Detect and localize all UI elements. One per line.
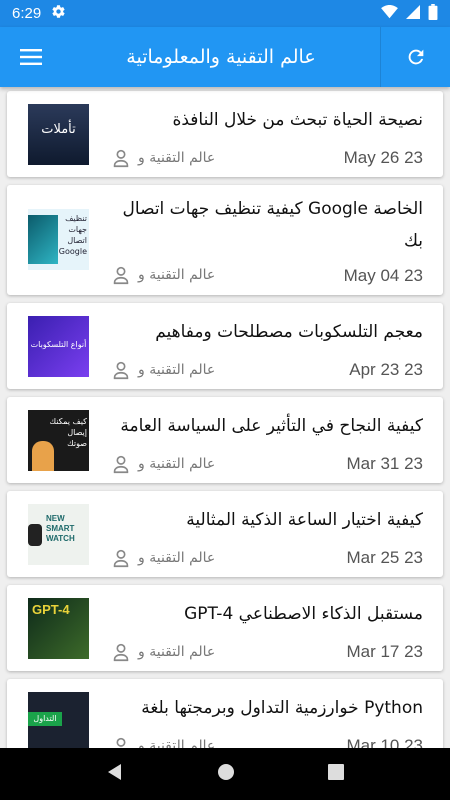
article-card[interactable]: NEW SMART WATCH كيفية اختيار الساعة الذك… (7, 491, 443, 577)
article-author: عالم التقنية و (110, 453, 215, 475)
thumbnail-text: تنظيف جهات اتصال Google (58, 214, 87, 256)
article-card[interactable]: أنواع التلسكوبات معجم التلسكوبات مصطلحات… (7, 303, 443, 389)
author-name: عالم التقنية و (138, 550, 216, 566)
back-triangle-icon (108, 764, 122, 780)
author-name: عالم التقنية و (138, 267, 216, 283)
article-date: Mar 25 23 (346, 548, 423, 567)
article-title: كيفية النجاح في التأثير على السياسة العا… (120, 416, 423, 436)
article-title: الخاصة Google كيفية تنظيف جهات اتصال بك (122, 199, 423, 251)
article-date: Mar 10 23 (346, 736, 423, 748)
article-card[interactable]: تأملات نصيحة الحياة تبحث من خلال النافذة… (7, 91, 443, 177)
article-card[interactable]: كيف يمكنك إيصال صوتك كيفية النجاح في الت… (7, 397, 443, 483)
article-title: معجم التلسكوبات مصطلحات ومفاهيم (155, 322, 423, 342)
signal-icon (406, 4, 420, 23)
article-author: عالم التقنية و (110, 641, 215, 663)
thumbnail-text: GPT-4 (32, 602, 70, 617)
article-author: عالم التقنية و (110, 264, 215, 286)
status-time: 6:29 (12, 5, 42, 22)
recents-square-icon (327, 764, 344, 780)
menu-button[interactable] (0, 27, 62, 87)
home-circle-icon (217, 764, 234, 780)
article-card[interactable]: التداول Python خوارزمية التداول وبرمجتها… (7, 679, 443, 748)
article-date: May 04 23 (343, 266, 423, 285)
article-date: Mar 17 23 (346, 642, 423, 661)
thumbnail-text: NEW SMART WATCH (46, 514, 75, 543)
article-thumbnail: تنظيف جهات اتصال Google (28, 209, 89, 270)
author-name: عالم التقنية و (138, 456, 216, 472)
battery-icon (428, 3, 438, 24)
settings-gear-icon (51, 4, 66, 23)
article-date: Mar 31 23 (346, 454, 423, 473)
person-icon (113, 549, 129, 568)
article-date: Apr 23 23 (349, 360, 423, 379)
wifi-icon (381, 4, 398, 23)
article-date: May 26 23 (343, 148, 423, 167)
refresh-icon (408, 49, 423, 65)
article-thumbnail: كيف يمكنك إيصال صوتك (28, 410, 89, 471)
article-thumbnail: التداول (28, 692, 89, 748)
author-name: عالم التقنية و (138, 738, 216, 748)
app-title: عالم التقنية والمعلوماتية (126, 46, 316, 68)
article-author: عالم التقنية و (110, 147, 215, 169)
article-thumbnail: أنواع التلسكوبات (28, 316, 89, 377)
thumbnail-text: التداول (28, 712, 62, 726)
article-author: عالم التقنية و (110, 547, 215, 569)
article-thumbnail: تأملات (28, 104, 89, 165)
recents-button[interactable] (327, 764, 344, 784)
article-thumbnail: NEW SMART WATCH (28, 504, 89, 565)
person-icon (113, 643, 129, 662)
system-nav-bar (0, 748, 450, 800)
article-author: عالم التقنية و (110, 735, 215, 748)
article-card[interactable]: GPT-4 مستقبل الذكاء الاصطناعي GPT-4 Mar … (7, 585, 443, 671)
person-icon (113, 149, 129, 168)
thumbnail-text: كيف يمكنك إيصال صوتك (49, 417, 87, 448)
status-bar: 6:29 (0, 0, 450, 27)
back-button[interactable] (106, 763, 124, 785)
article-list[interactable]: تأملات نصيحة الحياة تبحث من خلال النافذة… (0, 87, 450, 748)
app-bar: عالم التقنية والمعلوماتية (0, 27, 450, 87)
article-thumbnail: GPT-4 (28, 598, 89, 659)
author-name: عالم التقنية و (138, 150, 216, 166)
person-icon (116, 737, 126, 748)
author-name: عالم التقنية و (138, 362, 216, 378)
refresh-button[interactable] (380, 27, 450, 87)
article-title: Python خوارزمية التداول وبرمجتها بلغة (141, 698, 423, 718)
article-card[interactable]: تنظيف جهات اتصال Google الخاصة Google كي… (7, 185, 443, 295)
person-icon (113, 455, 129, 474)
author-name: عالم التقنية و (138, 644, 216, 660)
thumbnail-text: تأملات (41, 122, 76, 137)
person-icon (113, 266, 129, 285)
article-title: نصيحة الحياة تبحث من خلال النافذة (172, 110, 423, 130)
article-author: عالم التقنية و (110, 359, 215, 381)
article-title: مستقبل الذكاء الاصطناعي GPT-4 (184, 604, 423, 624)
hamburger-menu-icon (20, 49, 42, 65)
home-button[interactable] (217, 763, 235, 785)
article-title: كيفية اختيار الساعة الذكية المثالية (186, 510, 423, 530)
thumbnail-text: أنواع التلسكوبات (30, 340, 87, 349)
person-icon (113, 361, 129, 380)
